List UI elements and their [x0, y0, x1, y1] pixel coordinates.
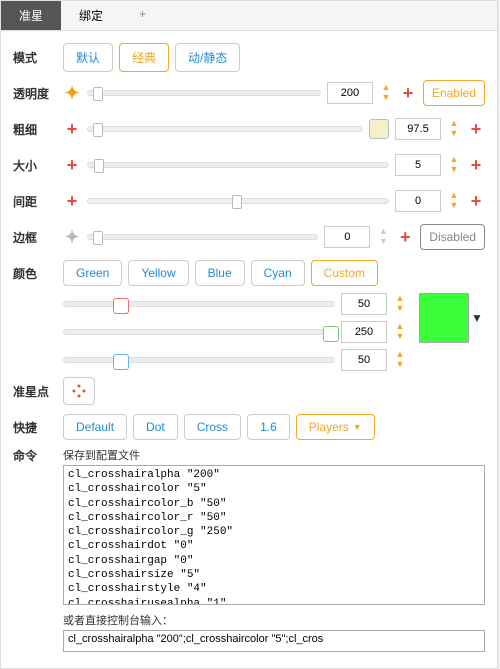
label-color: 颜色 — [13, 265, 63, 282]
commands-oneline[interactable]: cl_crosshairalpha "200";cl_crosshaircolo… — [63, 630, 485, 652]
tab-add[interactable]: + — [121, 1, 164, 30]
alpha-value[interactable]: 200 — [327, 82, 373, 104]
label-outline: 边框 — [13, 229, 63, 246]
label-thickness: 粗细 — [13, 121, 63, 138]
add-thickness-icon[interactable]: + — [467, 119, 485, 140]
alpha-enabled-toggle[interactable]: Enabled — [423, 80, 485, 106]
thickness-swatch — [369, 119, 389, 139]
reset-size-icon[interactable]: + — [63, 155, 81, 176]
gap-value[interactable]: 0 — [395, 190, 441, 212]
mode-dynamic-button[interactable]: 动/静态 — [175, 43, 240, 72]
dot-style-button[interactable] — [63, 377, 95, 405]
label-cmd: 命令 — [13, 447, 63, 464]
thickness-down-icon[interactable]: ▼ — [447, 129, 461, 139]
preset-players-dropdown[interactable]: Players▼ — [296, 414, 375, 440]
thickness-slider[interactable] — [87, 120, 363, 138]
size-value[interactable]: 5 — [395, 154, 441, 176]
blue-down-icon[interactable]: ▼ — [393, 360, 407, 370]
add-gap-icon[interactable]: + — [467, 191, 485, 212]
chevron-down-icon: ▼ — [353, 422, 362, 432]
blue-slider[interactable] — [63, 351, 335, 369]
label-dot: 准星点 — [13, 383, 63, 400]
outline-value[interactable]: 0 — [324, 226, 370, 248]
reset-gap-icon[interactable]: + — [63, 191, 81, 212]
color-blue-button[interactable]: Blue — [195, 260, 245, 286]
preset-default-button[interactable]: Default — [63, 414, 127, 440]
outline-slider[interactable] — [87, 228, 318, 246]
label-alpha: 透明度 — [13, 85, 63, 102]
tab-crosshair[interactable]: 准星 — [1, 1, 61, 30]
preset-16-button[interactable]: 1.6 — [247, 414, 290, 440]
red-value[interactable]: 50 — [341, 293, 387, 315]
thickness-value[interactable]: 97.5 — [395, 118, 441, 140]
reset-thickness-icon[interactable]: + — [63, 119, 81, 140]
outline-down-icon[interactable]: ▼ — [376, 237, 390, 247]
alpha-down-icon[interactable]: ▼ — [379, 93, 393, 103]
red-down-icon[interactable]: ▼ — [393, 304, 407, 314]
add-alpha-icon[interactable]: + — [399, 83, 417, 104]
add-outline-icon[interactable]: + — [396, 227, 414, 248]
green-value[interactable]: 250 — [341, 321, 387, 343]
outline-disabled-toggle[interactable]: Disabled — [420, 224, 485, 250]
add-size-icon[interactable]: + — [467, 155, 485, 176]
panel: 准星 绑定 + 模式 默认 经典 动/静态 透明度 ✦ 200 ▲▼ + Ena… — [0, 0, 498, 669]
preset-dot-button[interactable]: Dot — [133, 414, 178, 440]
green-slider[interactable] — [63, 323, 335, 341]
mode-classic-button[interactable]: 经典 — [119, 43, 169, 72]
commands-textarea[interactable] — [63, 465, 485, 605]
label-mode: 模式 — [13, 49, 63, 66]
preset-cross-button[interactable]: Cross — [184, 414, 241, 440]
label-gap: 间距 — [13, 193, 63, 210]
direct-input-label: 或者直接控制台输入： — [63, 612, 485, 628]
color-dropdown-icon[interactable]: ▼ — [469, 311, 485, 325]
blue-value[interactable]: 50 — [341, 349, 387, 371]
color-green-button[interactable]: Green — [63, 260, 122, 286]
label-shortcut: 快捷 — [13, 419, 63, 436]
size-down-icon[interactable]: ▼ — [447, 165, 461, 175]
reset-outline-icon[interactable]: ✦ — [63, 227, 81, 248]
color-cyan-button[interactable]: Cyan — [251, 260, 305, 286]
color-yellow-button[interactable]: Yellow — [128, 260, 188, 286]
red-slider[interactable] — [63, 295, 335, 313]
alpha-slider[interactable] — [87, 84, 321, 102]
mode-default-button[interactable]: 默认 — [63, 43, 113, 72]
gap-down-icon[interactable]: ▼ — [447, 201, 461, 211]
green-down-icon[interactable]: ▼ — [393, 332, 407, 342]
save-to-config-label: 保存到配置文件 — [63, 447, 485, 463]
tab-binds[interactable]: 绑定 — [61, 1, 121, 30]
tab-bar: 准星 绑定 + — [1, 1, 497, 31]
color-preview — [419, 293, 469, 343]
color-custom-button[interactable]: Custom — [311, 260, 378, 286]
gap-slider[interactable] — [87, 192, 389, 210]
reset-alpha-icon[interactable]: ✦ — [63, 83, 81, 104]
size-slider[interactable] — [87, 156, 389, 174]
dot-pattern-icon — [70, 382, 88, 400]
label-size: 大小 — [13, 157, 63, 174]
